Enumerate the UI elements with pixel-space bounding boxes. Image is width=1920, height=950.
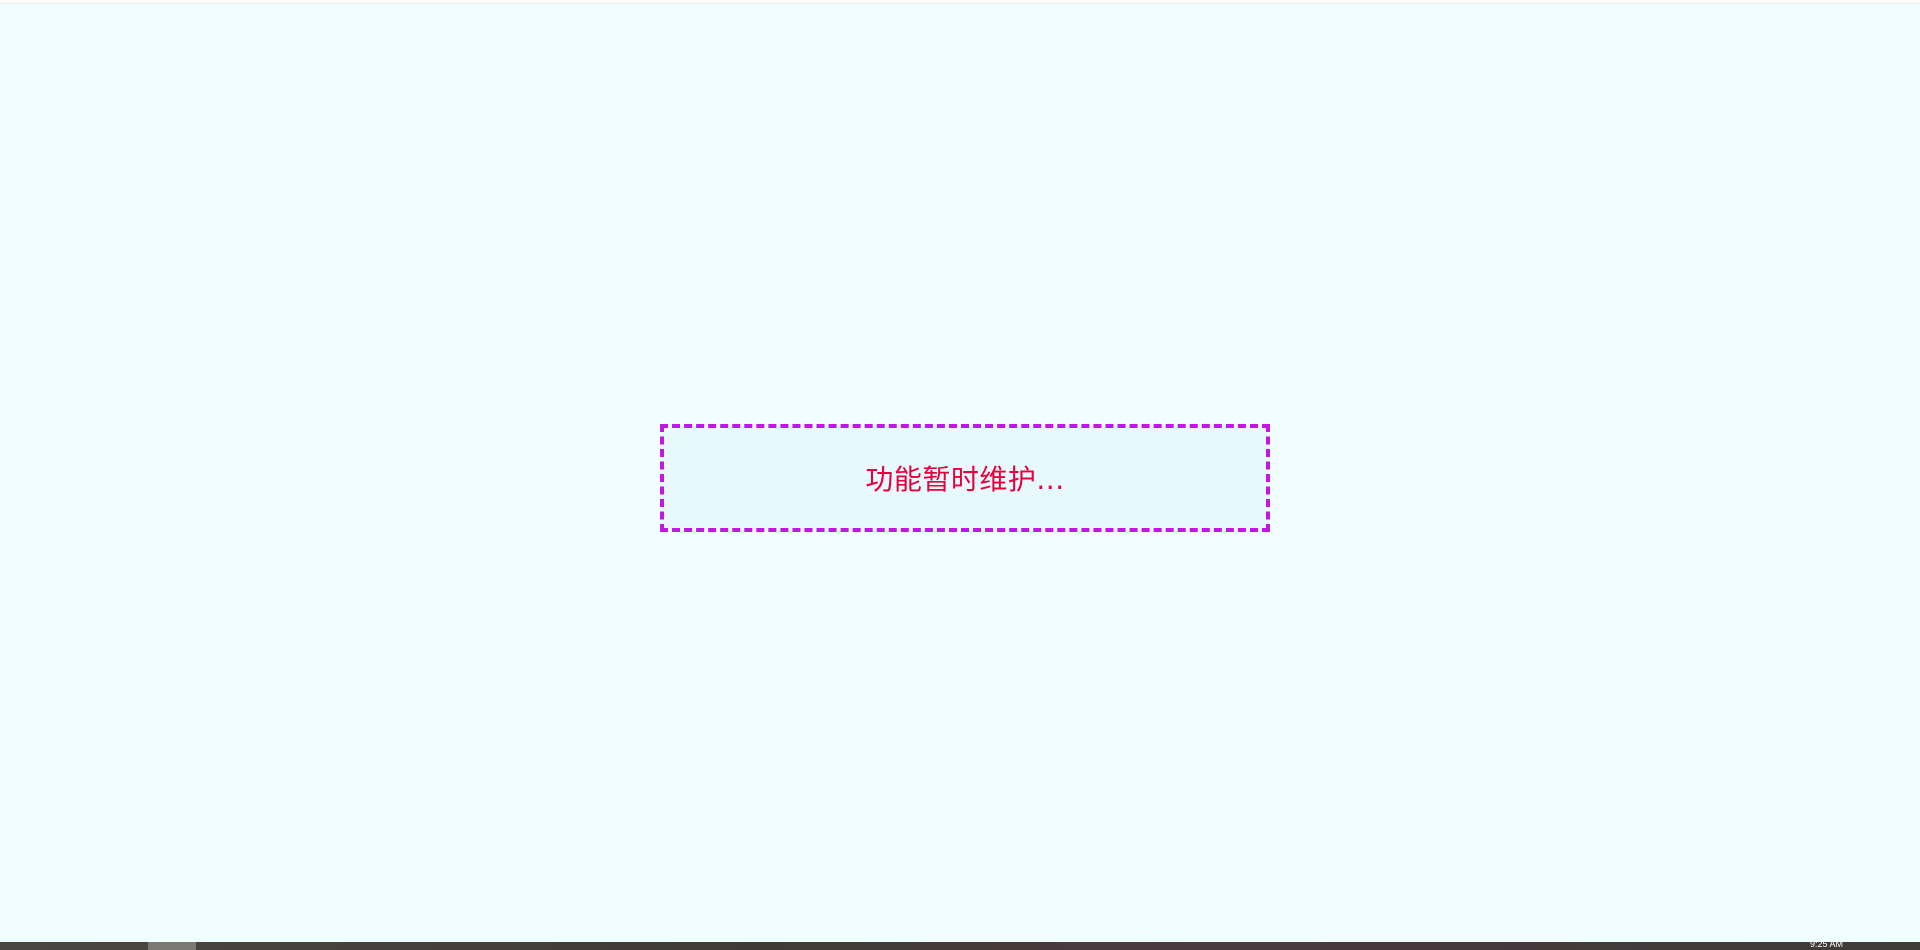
maintenance-message: 功能暂时维护... <box>865 463 1065 496</box>
os-taskbar: 9:25 AM <box>0 942 1920 950</box>
maintenance-notice: 功能暂时维护... <box>660 424 1270 532</box>
taskbar-clock[interactable]: 9:25 AM <box>1810 942 1843 950</box>
taskbar-active-app[interactable] <box>148 942 196 950</box>
app-viewport: 功能暂时维护... <box>0 3 1920 942</box>
